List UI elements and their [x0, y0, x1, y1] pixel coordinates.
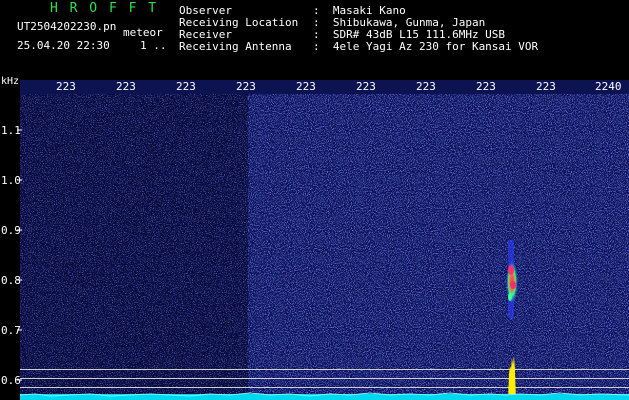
freq-tick: 0.6	[1, 374, 21, 387]
observer-value: : Masaki Kano	[313, 4, 406, 17]
time-tick: 2240	[595, 80, 622, 93]
noise-dim	[20, 90, 248, 400]
time-tick: 223	[56, 80, 76, 93]
frequency-unit: kHz	[1, 76, 20, 87]
freq-tick: 0.7	[1, 324, 21, 337]
file-name: UT2504202230.pn	[17, 20, 117, 33]
count-indicator: 1 ..	[140, 39, 167, 52]
freq-tick: 0.8	[1, 274, 21, 287]
receiver-label: Receiver	[179, 28, 232, 41]
app-brand: H R O F F T	[50, 1, 159, 16]
noise-floor	[19, 392, 629, 400]
meteor-tag: meteor	[123, 26, 163, 39]
freq-tick: 1.1	[1, 124, 21, 137]
screenshot: H R O F F T UT2504202230.pn meteor 25.04…	[0, 0, 629, 400]
time-tick: 223	[236, 80, 256, 93]
freq-tick: 0.9	[1, 224, 21, 237]
time-tick: 223	[176, 80, 196, 93]
time-tick: 223	[356, 80, 376, 93]
time-tick: 223	[116, 80, 136, 93]
location-value: : Shibukawa, Gunma, Japan	[313, 16, 486, 29]
spectrogram	[17, 80, 629, 400]
time-tick: 223	[416, 80, 436, 93]
receiver-value: : SDR# 43dB L15 111.6MHz USB	[313, 28, 506, 41]
antenna-label: Receiving Antenna	[179, 40, 292, 53]
observer-label: Observer	[179, 4, 232, 17]
time-tick: 223	[296, 80, 316, 93]
freq-tick: 1.0	[1, 174, 21, 187]
date-time: 25.04.20 22:30	[17, 39, 110, 52]
antenna-value: : 4ele Yagi Az 230 for Kansai VOR	[313, 40, 539, 53]
noise-bright	[248, 90, 629, 400]
time-tick: 223	[536, 80, 556, 93]
location-label: Receiving Location	[179, 16, 299, 29]
time-tick: 223	[476, 80, 496, 93]
